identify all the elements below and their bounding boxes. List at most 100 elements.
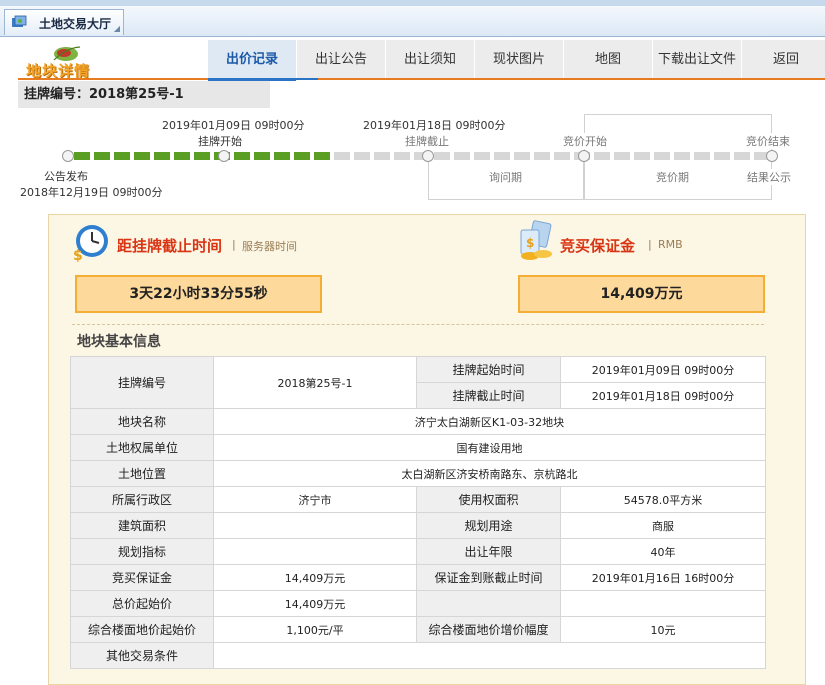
app-tab-land-hall[interactable]: 土地交易大厅 ◢ bbox=[4, 9, 124, 35]
land-hall-icon bbox=[12, 15, 27, 27]
timeline-segment bbox=[514, 152, 530, 160]
timeline-segment bbox=[254, 152, 270, 160]
owner-label: 土地权属单位 bbox=[70, 434, 214, 461]
deposit-deadline-label: 保证金到账截止时间 bbox=[416, 564, 561, 591]
timeline-segment bbox=[154, 152, 170, 160]
app-tab-title: 土地交易大厅 bbox=[39, 17, 112, 31]
timeline-segment bbox=[354, 152, 370, 160]
other-conditions-label: 其他交易条件 bbox=[70, 642, 214, 669]
term-label: 出让年限 bbox=[416, 538, 561, 565]
table-row: 所属行政区 济宁市 使用权面积 54578.0平方米 bbox=[70, 486, 766, 513]
tab-back[interactable]: 返回 bbox=[742, 40, 825, 80]
usage-value: 商服 bbox=[560, 512, 766, 539]
announce-time: 2018年12月19日 09时00分 bbox=[20, 186, 163, 199]
tab-notice[interactable]: 出让须知 bbox=[386, 40, 474, 80]
tab-download-files[interactable]: 下载出让文件 bbox=[653, 40, 741, 80]
table-row: 土地权属单位 国有建设用地 bbox=[70, 434, 766, 461]
term-value: 40年 bbox=[560, 538, 766, 565]
countdown-subtitle-sep: | bbox=[232, 238, 236, 251]
table-row: 地块名称 济宁太白湖新区K1-03-32地块 bbox=[70, 408, 766, 435]
bid-end-label: 竞价结束 bbox=[745, 133, 791, 149]
deposit-title: 竞买保证金 bbox=[560, 237, 636, 255]
timeline-segment bbox=[74, 152, 90, 160]
timeline-segment bbox=[494, 152, 510, 160]
table-row: 土地位置 太白湖新区济安桥南路东、京杭路北 bbox=[70, 460, 766, 487]
deposit-deadline-value: 2019年01月16日 16时00分 bbox=[560, 564, 766, 591]
tab-photos[interactable]: 现状图片 bbox=[475, 40, 563, 80]
deposit-label: 竞买保证金 bbox=[70, 564, 214, 591]
node-listing-start bbox=[218, 150, 230, 162]
svg-text:$: $ bbox=[73, 248, 83, 262]
money-icon: $ bbox=[520, 220, 552, 260]
announce-label: 公告发布 bbox=[44, 170, 88, 183]
timeline-segment bbox=[614, 152, 630, 160]
node-announce bbox=[62, 150, 74, 162]
listing-number: 挂牌编号：2018第25号-1 bbox=[18, 81, 270, 108]
section-divider bbox=[72, 324, 764, 325]
table-row: 建筑面积 规划用途 商服 bbox=[70, 512, 766, 539]
timeline-segment bbox=[534, 152, 550, 160]
countdown-title: 距挂牌截止时间 bbox=[117, 237, 223, 255]
plan-index-value bbox=[213, 538, 417, 565]
tab-bid-records[interactable]: 出价记录 bbox=[208, 40, 296, 81]
result-announce-label: 结果公示 bbox=[746, 169, 792, 185]
table-row: 挂牌编号 2018第25号-1 挂牌起始时间 2019年01月09日 09时00… bbox=[70, 356, 766, 409]
tab-announcement[interactable]: 出让公告 bbox=[297, 40, 385, 80]
build-area-label: 建筑面积 bbox=[70, 512, 214, 539]
tab-dropdown-icon[interactable]: ◢ bbox=[114, 24, 120, 33]
timeline-segment bbox=[394, 152, 410, 160]
timeline-segment bbox=[194, 152, 210, 160]
timeline-segment bbox=[174, 152, 190, 160]
land-info-table: 挂牌编号 2018第25号-1 挂牌起始时间 2019年01月09日 09时00… bbox=[70, 356, 766, 669]
table-row: 其他交易条件 bbox=[70, 642, 766, 669]
deposit-subtitle: RMB bbox=[658, 238, 683, 251]
land-name-value: 济宁太白湖新区K1-03-32地块 bbox=[213, 408, 766, 435]
inquiry-period-label: 询问期 bbox=[489, 171, 522, 184]
timeline-segment bbox=[454, 152, 470, 160]
info-section-title: 地块基本信息 bbox=[77, 334, 161, 350]
timeline-segment bbox=[634, 152, 650, 160]
district-label: 所属行政区 bbox=[70, 486, 214, 513]
bidding-period-label: 竞价期 bbox=[656, 171, 689, 184]
timeline-segment bbox=[234, 152, 250, 160]
timeline-segment bbox=[674, 152, 690, 160]
floor-price-label: 综合楼面地价起始价 bbox=[70, 616, 214, 643]
deposit-table-value: 14,409万元 bbox=[213, 564, 417, 591]
table-row: 总价起始价 14,409万元 bbox=[70, 590, 766, 617]
floor-price-value: 1,100元/平 bbox=[213, 616, 417, 643]
listing-end-time: 2019年01月18日 09时00分 bbox=[363, 119, 506, 132]
location-value: 太白湖新区济安桥南路东、京杭路北 bbox=[213, 460, 766, 487]
floor-increment-label: 综合楼面地价增价幅度 bbox=[416, 616, 561, 643]
land-name-label: 地块名称 bbox=[70, 408, 214, 435]
countdown-value: 3天22小时33分55秒 bbox=[75, 275, 322, 313]
timeline-segment bbox=[134, 152, 150, 160]
timeline-segment bbox=[314, 152, 330, 160]
timeline-segment bbox=[114, 152, 130, 160]
end-time-value: 2019年01月18日 09时00分 bbox=[560, 382, 766, 409]
total-price-label: 总价起始价 bbox=[70, 590, 214, 617]
start-time-value: 2019年01月09日 09时00分 bbox=[560, 356, 766, 383]
bid-start-label: 竞价开始 bbox=[562, 133, 608, 149]
header-divider bbox=[18, 78, 825, 80]
listing-end-label: 挂牌截止 bbox=[405, 135, 449, 148]
countdown-subtitle: 服务器时间 bbox=[242, 240, 297, 253]
build-area-value bbox=[213, 512, 417, 539]
timeline-segment bbox=[554, 152, 570, 160]
table-row: 竞买保证金 14,409万元 保证金到账截止时间 2019年01月16日 16时… bbox=[70, 564, 766, 591]
start-time-label: 挂牌起始时间 bbox=[416, 356, 561, 383]
empty-label bbox=[416, 590, 561, 617]
timeline-segment bbox=[654, 152, 670, 160]
table-row: 规划指标 出让年限 40年 bbox=[70, 538, 766, 565]
node-bid-end bbox=[766, 150, 778, 162]
svg-text:$: $ bbox=[526, 236, 534, 250]
timeline-segment bbox=[294, 152, 310, 160]
end-time-label: 挂牌截止时间 bbox=[416, 382, 561, 409]
timeline-segment bbox=[334, 152, 350, 160]
tab-map[interactable]: 地图 bbox=[564, 40, 652, 80]
table-row: 综合楼面地价起始价 1,100元/平 综合楼面地价增价幅度 10元 bbox=[70, 616, 766, 643]
node-bid-start bbox=[578, 150, 590, 162]
land-detail-logo: 地块详情 bbox=[18, 42, 118, 82]
timeline-segment bbox=[734, 152, 750, 160]
deposit-value: 14,409万元 bbox=[518, 275, 765, 313]
clock-icon: $ bbox=[73, 225, 108, 262]
